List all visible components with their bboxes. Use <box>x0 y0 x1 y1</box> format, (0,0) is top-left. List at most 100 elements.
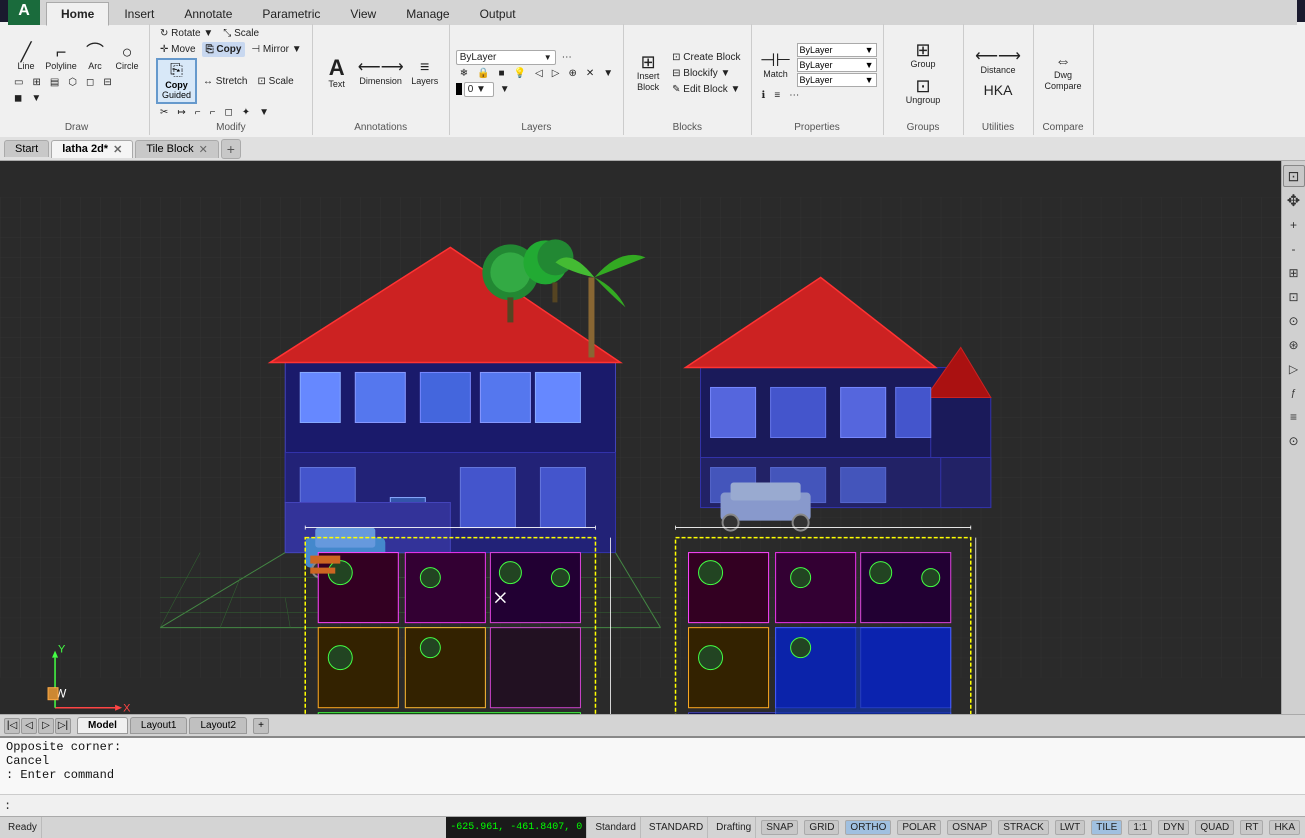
transparency-dropdown[interactable]: ByLayer ▼ <box>797 73 877 87</box>
line-button[interactable]: ╱ Line <box>10 40 42 75</box>
tab-annotate[interactable]: Annotate <box>169 2 247 25</box>
doc-tab-tile[interactable]: Tile Block ✕ <box>135 140 219 158</box>
layer-on-btn[interactable]: 💡 <box>510 66 530 81</box>
more-modify-button[interactable]: ▼ <box>255 105 273 120</box>
copy-button[interactable]: ⎘ Copy <box>202 42 246 57</box>
layer-more-btn[interactable]: ⋯ <box>558 50 576 65</box>
layer-freeze-btn[interactable]: ❄ <box>456 66 472 81</box>
strack-btn[interactable]: STRACK <box>998 820 1049 835</box>
layer-more2-btn[interactable]: ▼ <box>599 66 617 81</box>
layout-tab-layout2[interactable]: Layout2 <box>189 717 247 734</box>
command-input[interactable] <box>11 799 1301 813</box>
extend-button[interactable]: ↦ <box>173 105 189 120</box>
layer-prev-btn[interactable]: ◁ <box>531 66 547 81</box>
scale-btn[interactable]: 1:1 <box>1128 820 1152 835</box>
scale2-button[interactable]: ⊡ Scale <box>254 74 298 89</box>
layout-nav-next[interactable]: ▷ <box>38 718 54 734</box>
distance-button[interactable]: ⟵⟶ Distance <box>976 46 1020 79</box>
color-more-btn[interactable]: ▼ <box>496 82 514 97</box>
layer-dropdown-btn[interactable]: ByLayer ▼ <box>456 50 556 65</box>
lineweight-dropdown[interactable]: ByLayer ▼ <box>797 58 877 72</box>
create-block-btn[interactable]: ⊡ Create Block <box>668 50 744 65</box>
snap-btn[interactable]: SNAP <box>761 820 798 835</box>
layout-add-btn[interactable]: + <box>253 718 269 734</box>
hka-status-btn[interactable]: HKA <box>1269 820 1300 835</box>
viewcube-button[interactable]: ⊡ <box>1283 165 1305 187</box>
hka-button[interactable]: HKA <box>980 80 1016 100</box>
doc-tab-latha[interactable]: latha 2d* ✕ <box>51 140 133 158</box>
tab-view[interactable]: View <box>335 2 391 25</box>
steering-wheel-button[interactable]: ⊛ <box>1284 335 1304 355</box>
layer-extra-btn[interactable]: ⊕ <box>564 66 580 81</box>
linetype-dropdown[interactable]: ByLayer ▼ <box>797 43 877 57</box>
tab-home[interactable]: Home <box>46 2 109 26</box>
zoom-in-button[interactable]: + <box>1284 215 1304 235</box>
ungroup-button[interactable]: ⊡ Ungroup <box>901 74 945 109</box>
stretch-button[interactable]: ↔ Stretch <box>199 74 251 89</box>
region-button[interactable]: ◻ <box>82 75 98 90</box>
more-draw-button[interactable]: ▼ <box>27 91 45 106</box>
layout-nav-last[interactable]: ▷| <box>55 718 71 734</box>
layout-tab-layout1[interactable]: Layout1 <box>130 717 188 734</box>
workspace-button[interactable]: ≡ <box>1284 407 1304 427</box>
zoom-extents-button[interactable]: ⊞ <box>1284 263 1304 283</box>
group-button[interactable]: ⊞ Group <box>905 38 941 73</box>
gradient-button[interactable]: ▤ <box>46 75 63 90</box>
settings-button[interactable]: ⊙ <box>1284 431 1304 451</box>
layout-nav-prev[interactable]: ◁ <box>21 718 37 734</box>
color-num[interactable]: 0 ▼ <box>464 82 494 97</box>
rt-btn[interactable]: RT <box>1240 820 1263 835</box>
blockify-btn[interactable]: ⊟ Blockify ▼ <box>668 66 744 81</box>
quickcalc-btn[interactable]: ≡ <box>770 88 784 103</box>
app-button[interactable]: A <box>8 0 40 25</box>
boundary-button[interactable]: ⬡ <box>64 75 81 90</box>
prop-more-btn[interactable]: ⋯ <box>785 88 803 103</box>
rect-button[interactable]: ▭ <box>10 75 27 90</box>
arc-button[interactable]: ⌒ Arc <box>80 40 110 75</box>
add-tab-button[interactable]: + <box>221 139 241 159</box>
canvas-area[interactable]: W X Y <box>0 161 1281 714</box>
erase-button[interactable]: ◻ <box>220 105 236 120</box>
polyline-button[interactable]: ⌐ Polyline <box>43 40 79 75</box>
zoom-window-button[interactable]: ⊡ <box>1284 287 1304 307</box>
hatch-button[interactable]: ⊞ <box>28 75 44 90</box>
layers-button[interactable]: ≡ Layers <box>407 57 443 90</box>
dyn-btn[interactable]: DYN <box>1158 820 1189 835</box>
tab-manage[interactable]: Manage <box>391 2 464 25</box>
layout-nav-first[interactable]: |◁ <box>4 718 20 734</box>
circle-button[interactable]: ○ Circle <box>111 40 143 75</box>
match-properties-button[interactable]: ⊣⊢ Match <box>758 48 794 83</box>
zoom-out-button[interactable]: - <box>1284 239 1304 259</box>
table-button[interactable]: ⊟ <box>99 75 115 90</box>
doc-tab-start[interactable]: Start <box>4 140 49 157</box>
layout-tab-model[interactable]: Model <box>77 717 128 734</box>
3d-orbit-button[interactable]: ⊙ <box>1284 311 1304 331</box>
layer-color-btn[interactable]: ■ <box>495 66 509 81</box>
osnap-btn[interactable]: OSNAP <box>947 820 992 835</box>
tab-parametric[interactable]: Parametric <box>247 2 335 25</box>
close-tile-tab[interactable]: ✕ <box>199 143 208 156</box>
quad-btn[interactable]: QUAD <box>1195 820 1234 835</box>
wipeout-button[interactable]: ◼ <box>10 91 26 106</box>
ortho-btn[interactable]: ORTHO <box>845 820 891 835</box>
dwg-compare-button[interactable]: ⇔ DwgCompare <box>1041 51 1085 95</box>
pan-button[interactable]: ✥ <box>1284 191 1304 211</box>
dimension-button[interactable]: ⟵⟶ Dimension <box>359 57 403 90</box>
rotate-button[interactable]: ↻ Rotate ▼ <box>156 26 217 41</box>
layer-del-btn[interactable]: ✕ <box>582 66 598 81</box>
tile-btn[interactable]: TILE <box>1091 820 1122 835</box>
explode-button[interactable]: ✦ <box>238 105 254 120</box>
annotate-scale-button[interactable]: ƒ <box>1284 383 1304 403</box>
close-latha-tab[interactable]: ✕ <box>113 143 122 156</box>
scale-button[interactable]: ⤡ Scale <box>219 26 263 41</box>
fillet-button[interactable]: ⌐ <box>191 105 205 120</box>
chamfer-button[interactable]: ⌐ <box>206 105 220 120</box>
move-button[interactable]: ✛ Move <box>156 42 200 57</box>
edit-block-btn[interactable]: ✎ Edit Block ▼ <box>668 82 744 97</box>
list-btn[interactable]: ℹ <box>758 88 770 103</box>
copy-guided-button[interactable]: ⎘ Copy Guided <box>156 58 197 104</box>
tab-insert[interactable]: Insert <box>109 2 169 25</box>
layer-next-btn[interactable]: ▷ <box>548 66 564 81</box>
trim-button[interactable]: ✂ <box>156 105 172 120</box>
layer-lock-btn[interactable]: 🔒 <box>473 66 493 81</box>
